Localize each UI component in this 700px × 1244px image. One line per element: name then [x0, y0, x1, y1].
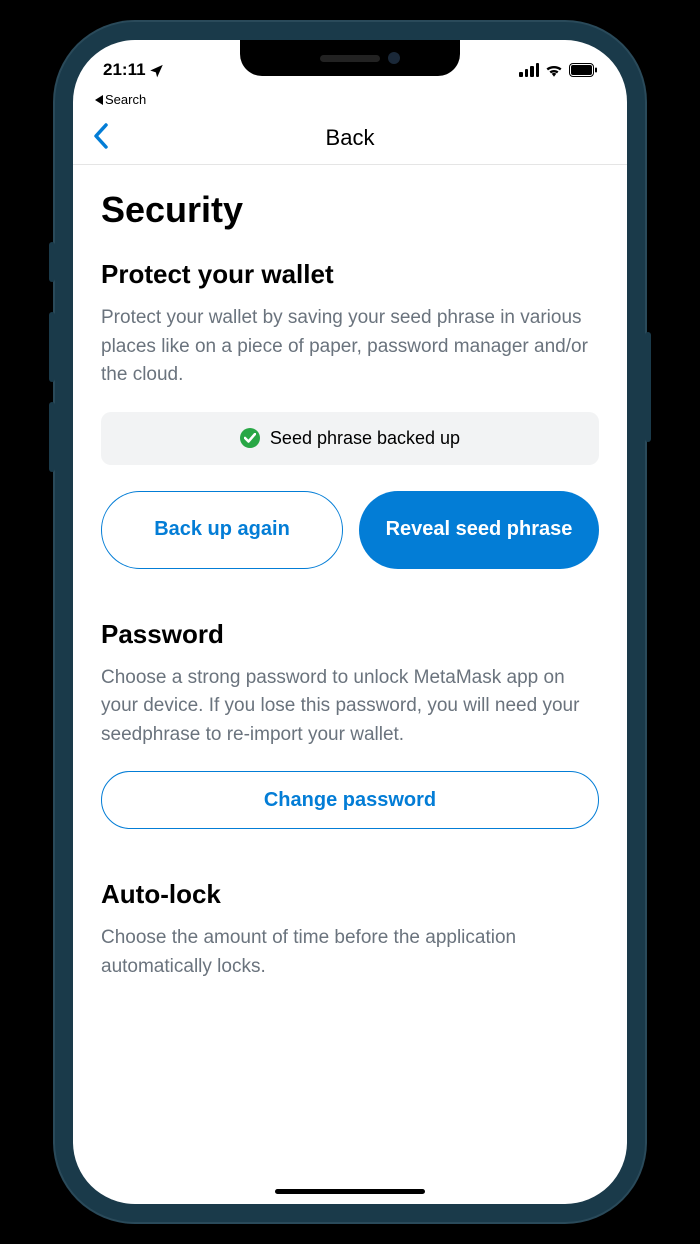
- device-front-camera: [388, 52, 400, 64]
- nav-title: Back: [326, 125, 375, 151]
- nav-back-button[interactable]: [93, 122, 109, 154]
- wifi-icon: [545, 63, 563, 77]
- device-silent-switch: [49, 242, 55, 282]
- change-password-button[interactable]: Change password: [101, 771, 599, 829]
- status-bar-right: [519, 63, 597, 77]
- back-to-app-label: Search: [105, 92, 146, 107]
- cellular-signal-icon: [519, 63, 539, 77]
- autolock-heading: Auto-lock: [101, 879, 599, 910]
- backup-again-button[interactable]: Back up again: [101, 491, 343, 569]
- protect-heading: Protect your wallet: [101, 259, 599, 290]
- protect-button-row: Back up again Reveal seed phrase: [101, 491, 599, 569]
- page-content: Security Protect your wallet Protect you…: [73, 165, 627, 1027]
- seed-backup-status-text: Seed phrase backed up: [270, 428, 460, 449]
- device-volume-down: [49, 402, 55, 472]
- protect-wallet-section: Protect your wallet Protect your wallet …: [101, 259, 599, 569]
- device-power-button: [645, 332, 651, 442]
- screen: 21:11 Search Back Security: [73, 40, 627, 1204]
- back-triangle-icon: [95, 95, 103, 105]
- reveal-seed-phrase-button[interactable]: Reveal seed phrase: [359, 491, 599, 569]
- check-circle-icon: [240, 428, 260, 448]
- backup-again-label: Back up again: [154, 517, 290, 542]
- password-section: Password Choose a strong password to unl…: [101, 619, 599, 830]
- page-title: Security: [101, 189, 599, 231]
- autolock-description: Choose the amount of time before the app…: [101, 924, 599, 981]
- home-indicator[interactable]: [275, 1189, 425, 1194]
- reveal-seed-phrase-label: Reveal seed phrase: [386, 517, 573, 542]
- device-volume-up: [49, 312, 55, 382]
- back-to-app-link[interactable]: Search: [73, 92, 627, 111]
- status-bar-left: 21:11: [103, 60, 164, 80]
- battery-icon: [569, 63, 597, 77]
- phone-device-frame: 21:11 Search Back Security: [55, 22, 645, 1222]
- protect-description: Protect your wallet by saving your seed …: [101, 304, 599, 390]
- device-notch: [240, 40, 460, 76]
- chevron-left-icon: [93, 123, 109, 149]
- status-time: 21:11: [103, 60, 146, 80]
- password-description: Choose a strong password to unlock MetaM…: [101, 664, 599, 750]
- autolock-section: Auto-lock Choose the amount of time befo…: [101, 879, 599, 981]
- navigation-bar: Back: [73, 111, 627, 165]
- location-arrow-icon: [149, 63, 164, 78]
- seed-backup-status-badge: Seed phrase backed up: [101, 412, 599, 465]
- device-speaker: [320, 55, 380, 62]
- change-password-label: Change password: [264, 789, 436, 812]
- password-heading: Password: [101, 619, 599, 650]
